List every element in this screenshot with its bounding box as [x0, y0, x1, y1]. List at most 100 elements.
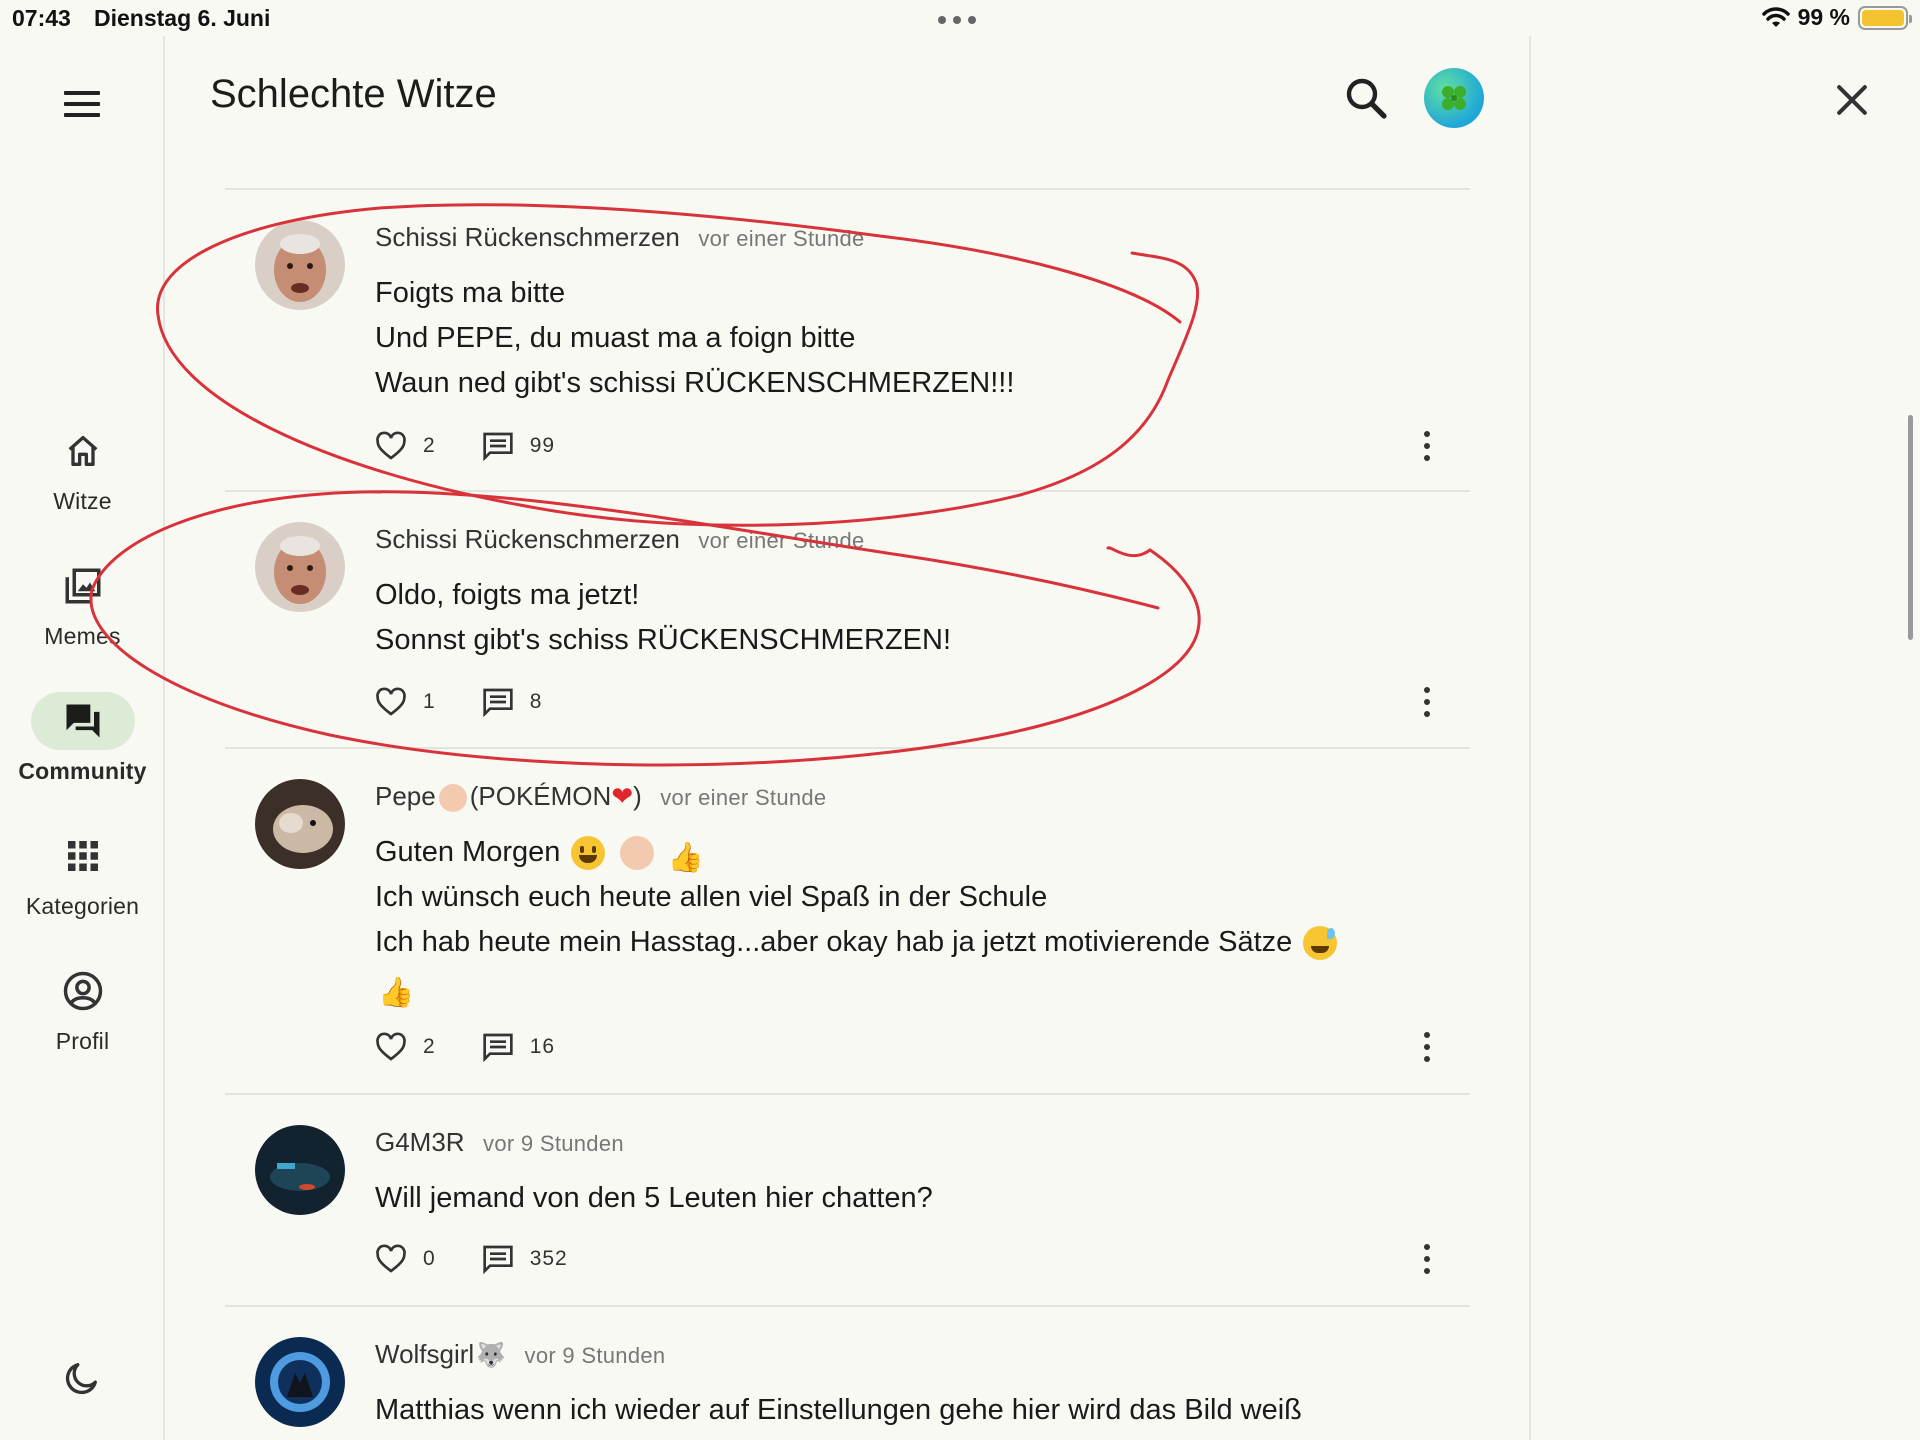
post-text-line: Matthias wenn ich wieder auf Einstellung… — [375, 1394, 1302, 1426]
post-time: vor einer Stunde — [698, 226, 865, 251]
post-author[interactable]: Schissi Rückenschmerzen — [375, 524, 680, 554]
nav-label: Kategorien — [25, 893, 140, 919]
like-count: 2 — [423, 434, 436, 457]
grinning-face-emoji-icon — [571, 836, 606, 871]
author-avatar[interactable] — [255, 1337, 345, 1427]
red-heart-emoji-icon: ❤ — [611, 781, 634, 811]
comment-button[interactable]: 8 — [482, 687, 543, 717]
grinning-sweat-emoji-icon — [1303, 926, 1338, 961]
status-time: 07:43 — [12, 5, 71, 31]
author-avatar[interactable] — [255, 220, 345, 310]
hamster-emoji-icon — [438, 784, 467, 813]
home-icon — [68, 436, 97, 466]
hamster-emoji-icon — [619, 836, 654, 871]
battery-percent: 99 % — [1797, 4, 1850, 30]
battery-icon — [1858, 5, 1912, 30]
thumbs-up-emoji-icon — [378, 971, 412, 1005]
comment-icon — [483, 432, 513, 461]
author-avatar[interactable] — [255, 522, 345, 612]
more-options-icon[interactable] — [1422, 1032, 1432, 1062]
post-time: vor 9 Stunden — [524, 1343, 666, 1368]
heart-icon — [376, 1032, 406, 1061]
user-avatar[interactable] — [1424, 68, 1484, 128]
comment-count: 99 — [529, 434, 556, 457]
post-text-line: Will jemand von den 5 Leuten hier chatte… — [375, 1182, 933, 1214]
heart-icon — [376, 687, 406, 716]
nav-item-kategorien[interactable]: Kategorien — [0, 827, 165, 920]
comment-icon — [483, 1033, 513, 1062]
post-time: vor 9 Stunden — [483, 1131, 624, 1156]
post-card[interactable]: Schissi Rückenschmerzen vor einer Stunde… — [225, 188, 1470, 490]
status-bar: 07:43 Dienstag 6. Juni 99 % — [0, 0, 1920, 36]
comment-button[interactable]: 99 — [482, 431, 555, 461]
post-text-line — [375, 965, 1470, 1010]
account-circle-icon — [63, 971, 102, 1011]
post-text-line: Waun ned gibt's schissi RÜCKENSCHMERZEN!… — [375, 367, 1015, 399]
navigation-rail: Witze Memes Community Kategorien Profil — [0, 36, 165, 1440]
post-text-line: Und PEPE, du muast ma a foign bitte — [375, 322, 856, 354]
clover-icon — [1442, 86, 1466, 110]
post-time: vor einer Stunde — [698, 528, 865, 553]
comment-count: 352 — [529, 1247, 568, 1270]
nav-label: Community — [18, 758, 147, 784]
post-author[interactable]: G4M3R — [375, 1127, 465, 1157]
post-text-line: Sonnst gibt's schiss RÜCKENSCHMERZEN! — [375, 624, 952, 656]
post-text-line: Oldo, foigts ma jetzt! — [375, 579, 640, 611]
like-count: 2 — [423, 1035, 436, 1058]
page-title: Schlechte Witze — [210, 72, 497, 116]
nav-label: Memes — [44, 623, 121, 649]
forum-icon — [66, 704, 99, 738]
author-avatar[interactable] — [255, 1125, 345, 1215]
heart-icon — [376, 1244, 406, 1273]
post-text-line: Foigts ma bitte — [375, 277, 566, 309]
comment-button[interactable]: 16 — [482, 1032, 555, 1062]
author-avatar[interactable] — [255, 779, 345, 869]
heart-icon — [376, 431, 406, 460]
nav-label: Profil — [55, 1028, 110, 1054]
post-time: vor einer Stunde — [660, 785, 827, 810]
panel-divider — [1529, 36, 1531, 1440]
multitasking-dots[interactable] — [938, 16, 976, 24]
post-feed: Schissi Rückenschmerzen vor einer Stunde… — [225, 188, 1470, 1427]
more-options-icon[interactable] — [1422, 431, 1432, 461]
post-text-line: Guten Morgen — [375, 830, 1470, 875]
like-button[interactable]: 1 — [375, 687, 436, 717]
like-button[interactable]: 0 — [375, 1244, 436, 1274]
post-author[interactable]: Pepe (POKÉMON❤) — [375, 781, 642, 813]
comment-icon — [483, 1245, 513, 1274]
like-count: 1 — [423, 690, 436, 713]
like-button[interactable]: 2 — [375, 1032, 436, 1062]
nav-item-witze[interactable]: Witze — [0, 422, 165, 515]
close-icon[interactable] — [1830, 78, 1874, 122]
scrollbar[interactable] — [1908, 415, 1913, 640]
post-author[interactable]: Wolfsgirl🐺 — [375, 1339, 506, 1369]
nav-item-community[interactable]: Community — [0, 692, 165, 785]
grid-icon — [67, 841, 98, 871]
more-options-icon[interactable] — [1422, 687, 1432, 717]
comment-button[interactable]: 352 — [482, 1244, 568, 1274]
search-icon[interactable] — [1342, 74, 1390, 122]
more-options-icon[interactable] — [1422, 1244, 1432, 1274]
gallery-icon — [65, 568, 100, 604]
thumbs-up-emoji-icon — [668, 836, 702, 870]
wifi-icon — [1761, 6, 1790, 27]
post-author[interactable]: Schissi Rückenschmerzen — [375, 222, 680, 252]
wolf-emoji-icon: 🐺 — [476, 1342, 507, 1369]
comment-icon — [483, 688, 513, 717]
post-card[interactable]: Pepe (POKÉMON❤) vor einer Stunde Guten Mo… — [225, 747, 1470, 1093]
post-text-line: Ich hab heute mein Hasstag...aber okay h… — [375, 920, 1470, 965]
nav-label: Witze — [53, 488, 112, 514]
post-card[interactable]: Wolfsgirl🐺 vor 9 Stunden Matthias wenn i… — [225, 1305, 1470, 1427]
like-count: 0 — [423, 1247, 436, 1270]
nav-item-memes[interactable]: Memes — [0, 557, 165, 650]
comment-count: 8 — [529, 690, 543, 713]
moon-icon[interactable] — [62, 1358, 102, 1398]
nav-item-profil[interactable]: Profil — [0, 962, 165, 1055]
menu-icon[interactable] — [60, 82, 104, 126]
like-button[interactable]: 2 — [375, 431, 436, 461]
post-card[interactable]: Schissi Rückenschmerzen vor einer Stunde… — [225, 490, 1470, 747]
post-text-line: Ich wünsch euch heute allen viel Spaß in… — [375, 881, 1048, 914]
post-card[interactable]: G4M3R vor 9 Stunden Will jemand von den … — [225, 1093, 1470, 1305]
comment-count: 16 — [529, 1035, 556, 1058]
status-date: Dienstag 6. Juni — [94, 5, 271, 31]
